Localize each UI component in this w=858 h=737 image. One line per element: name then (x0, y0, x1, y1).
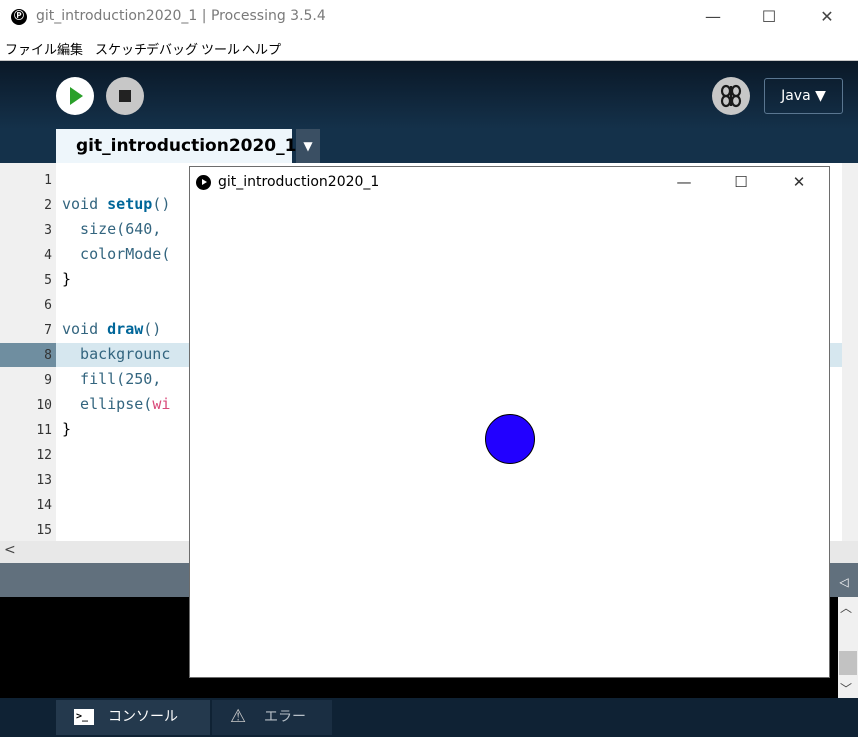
console-tab-label: コンソール (108, 709, 178, 725)
ellipse-shape (485, 414, 535, 464)
line-number: 5 (44, 273, 52, 288)
tab-menu-button[interactable]: ▼ (296, 129, 320, 163)
menu-tools[interactable]: ツール (201, 39, 240, 58)
menu-bar: ファイル 編集 スケッチ デバッグ ツール ヘルプ (0, 34, 858, 61)
sketch-window[interactable]: git_introduction2020_1 — ☐ ✕ (189, 166, 830, 678)
scroll-left-icon[interactable]: < (4, 542, 16, 558)
console-scrollbar-thumb[interactable] (839, 651, 857, 675)
menu-debug[interactable]: デバッグ (146, 39, 198, 58)
sketch-maximize-button[interactable]: ☐ (712, 167, 770, 197)
code-line: } (62, 270, 72, 288)
debugger-button[interactable] (712, 77, 750, 115)
line-number: 10 (36, 398, 52, 413)
line-number: 3 (44, 223, 52, 238)
code-line: ellipse(wi (62, 395, 171, 413)
line-number: 2 (44, 198, 52, 213)
console-icon: >_ (74, 709, 94, 725)
tab-sketch[interactable]: git_introduction2020_1 (56, 129, 296, 163)
line-number: 1 (44, 173, 52, 188)
title-bar: Ⓟ git_introduction2020_1 | Processing 3.… (0, 0, 858, 34)
mode-selector[interactable]: Java ▼ (764, 78, 843, 114)
toolbar: Java ▼ (0, 61, 858, 129)
tab-strip: git_introduction2020_1 ▼ (0, 129, 858, 163)
scroll-up-icon[interactable]: ︿ (840, 599, 852, 616)
code-line: void draw() (62, 320, 162, 338)
code-line: size(640, (62, 220, 162, 238)
maximize-button[interactable]: ☐ (740, 0, 798, 34)
close-button[interactable]: ✕ (798, 0, 856, 34)
play-icon (196, 175, 211, 190)
collapse-console-icon[interactable]: ◁ (830, 568, 858, 596)
line-number: 8 (44, 348, 52, 363)
sketch-close-button[interactable]: ✕ (770, 167, 828, 197)
line-number: 14 (36, 498, 52, 513)
line-number: 13 (36, 473, 52, 488)
editor-right-gutter (842, 163, 858, 541)
error-tab-label: エラー (264, 709, 306, 725)
line-number: 4 (44, 248, 52, 263)
menu-file[interactable]: ファイル (5, 39, 57, 58)
sketch-canvas[interactable] (190, 198, 829, 677)
code-line: colorMode( (62, 245, 171, 263)
bottom-bar: >_ コンソール ⚠ エラー (0, 698, 858, 737)
warning-icon: ⚠ (230, 706, 247, 727)
scroll-down-icon[interactable]: ﹀ (840, 680, 852, 697)
line-number: 15 (36, 523, 52, 538)
processing-logo-icon: Ⓟ (11, 9, 27, 25)
menu-help[interactable]: ヘルプ (242, 39, 281, 58)
code-line: backgrounc (62, 345, 171, 363)
line-number: 7 (44, 323, 52, 338)
code-line: } (62, 420, 72, 438)
code-line: fill(250, (62, 370, 162, 388)
sketch-window-title: git_introduction2020_1 (218, 174, 380, 190)
run-button[interactable] (56, 77, 94, 115)
menu-edit[interactable]: 編集 (57, 39, 83, 58)
sketch-minimize-button[interactable]: — (655, 167, 713, 197)
code-line: void setup() (62, 195, 171, 213)
line-number: 9 (44, 373, 52, 388)
butterfly-icon (720, 84, 742, 108)
window-title: git_introduction2020_1 | Processing 3.5.… (36, 8, 326, 24)
line-number: 6 (44, 298, 52, 313)
line-number: 11 (36, 423, 52, 438)
stop-button[interactable] (106, 77, 144, 115)
line-number: 12 (36, 448, 52, 463)
minimize-button[interactable]: — (684, 0, 742, 34)
tab-console[interactable]: >_ コンソール (56, 700, 210, 735)
tab-errors[interactable]: ⚠ エラー (212, 700, 332, 735)
menu-sketch[interactable]: スケッチ (95, 39, 147, 58)
